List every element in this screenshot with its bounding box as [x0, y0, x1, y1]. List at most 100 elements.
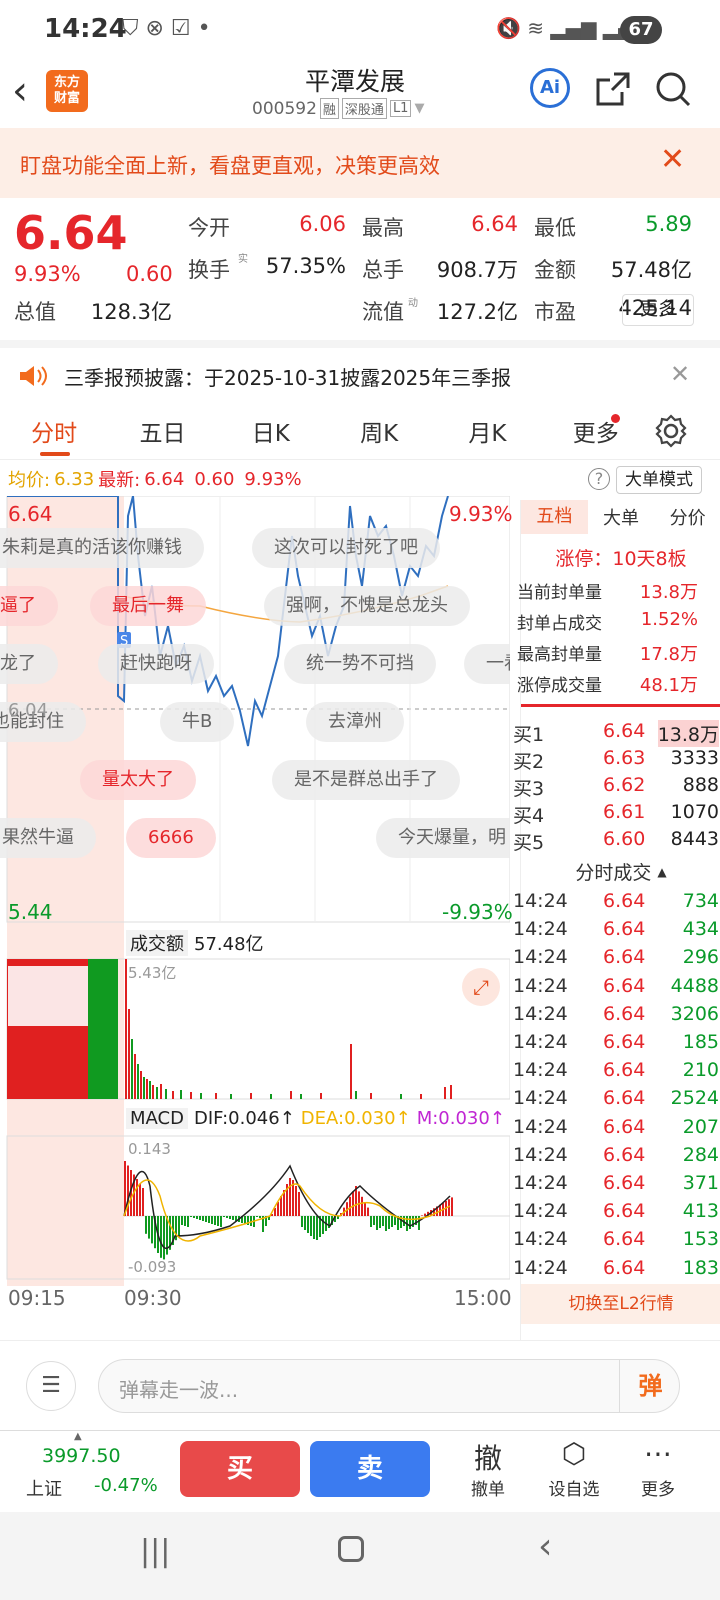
- quote-value: 128.3亿: [90, 300, 172, 324]
- app-logo[interactable]: 东方 财富: [46, 70, 88, 112]
- macd-bar: [178, 1216, 180, 1236]
- danmaku-settings-icon[interactable]: ☰: [26, 1361, 76, 1411]
- bid-label: 买1: [513, 724, 545, 746]
- tick-volume: 734: [682, 890, 719, 912]
- macd-bar: [202, 1216, 204, 1221]
- bid-row[interactable]: 买2 6.63 3333: [513, 745, 719, 773]
- volume-label[interactable]: 成交额: [126, 930, 188, 956]
- volume-bar: [172, 1091, 174, 1099]
- settings-icon[interactable]: [654, 414, 688, 448]
- bid-label: 买4: [513, 805, 545, 827]
- macd-header[interactable]: MACD DIF:0.046↑ DEA:0.030↑ M:0.030↑: [126, 1108, 505, 1129]
- close-icon[interactable]: ✕: [660, 142, 685, 177]
- stat-label: 当前封单量: [517, 583, 602, 603]
- tab-4[interactable]: 月K: [433, 414, 541, 448]
- stock-name[interactable]: 平潭发展: [200, 62, 510, 98]
- help-icon[interactable]: ?: [588, 468, 610, 490]
- danmaku-input[interactable]: 弹幕走一波... 弹: [98, 1359, 680, 1413]
- bid-price: 6.62: [603, 774, 646, 796]
- index-value[interactable]: 3997.50: [42, 1445, 121, 1467]
- macd-bar: [316, 1216, 318, 1240]
- macd-bar: [367, 1207, 369, 1216]
- danmaku-bubble: 6666: [126, 818, 216, 858]
- send-danmaku-button[interactable]: 弹: [619, 1360, 681, 1412]
- tick-price: 6.64: [603, 1031, 646, 1053]
- quote-label: 换手: [188, 258, 230, 282]
- back-icon[interactable]: ‹: [12, 68, 28, 114]
- tick-price: 6.64: [603, 1228, 646, 1251]
- expand-icon[interactable]: ⤢: [462, 968, 500, 1006]
- cancel-order-icon: 撤: [473, 1442, 502, 1475]
- index-pct[interactable]: -0.47%: [94, 1475, 158, 1496]
- back-nav-icon[interactable]: ‹: [538, 1526, 552, 1567]
- macd-bar: [313, 1216, 315, 1239]
- l2-switch-button[interactable]: 切换至L2行情: [521, 1284, 720, 1324]
- macd-bar: [409, 1216, 411, 1229]
- volume-max-label: 5.43亿: [128, 964, 177, 982]
- action-2[interactable]: ⋯ 更多: [630, 1437, 686, 1500]
- search-icon[interactable]: [654, 70, 692, 108]
- danmaku-bubble: 果然牛逼: [0, 818, 96, 858]
- share-icon[interactable]: [594, 70, 632, 108]
- intraday-chart[interactable]: 均价: 6.33 最新: 6.64 0.60 9.93% ? 大单模式 S 朱莉…: [0, 460, 702, 1340]
- new-dot: [611, 414, 620, 423]
- chevron-down-icon: ▼: [414, 101, 425, 116]
- stock-code-row[interactable]: 000592 融 深股通 L1 ▼: [252, 98, 424, 119]
- tab-five-levels[interactable]: 五档: [521, 500, 588, 534]
- macd-bar: [151, 1216, 153, 1244]
- bid-row[interactable]: 买5 6.60 8443: [513, 826, 719, 854]
- tick-time: 14:24: [513, 918, 568, 941]
- sell-button[interactable]: 卖: [310, 1441, 430, 1497]
- tab-0[interactable]: 分时: [0, 414, 108, 448]
- buy-button[interactable]: 买: [180, 1441, 300, 1497]
- volume-bar: [128, 1009, 130, 1099]
- macd-label[interactable]: MACD: [126, 1108, 188, 1129]
- close-icon[interactable]: ✕: [670, 360, 690, 388]
- action-1[interactable]: ⬡ 设自选: [546, 1437, 602, 1500]
- macd-bar: [382, 1216, 384, 1226]
- tab-price-dist[interactable]: 分价: [654, 504, 720, 530]
- bid-row[interactable]: 买1 6.64 13.8万: [513, 718, 719, 747]
- big-order-mode-button[interactable]: 大单模式: [616, 466, 702, 494]
- bid-row[interactable]: 买4 6.61 1070: [513, 799, 719, 827]
- tab-2[interactable]: 日K: [217, 414, 325, 448]
- danmaku-bubble: 强啊，不愧是总龙头: [264, 586, 470, 626]
- quote-value: 908.7万: [436, 258, 518, 282]
- tab-1[interactable]: 五日: [108, 414, 216, 448]
- tab-5[interactable]: 更多: [542, 414, 650, 448]
- quote-label: 最低: [534, 216, 576, 240]
- more-button[interactable]: 更多: [622, 294, 694, 326]
- danmaku-bubble: 赶快跑呀: [98, 644, 214, 684]
- tick-row: 14:24 6.64 371: [513, 1170, 719, 1198]
- quote-label: 总值: [14, 300, 56, 324]
- feature-notice[interactable]: 盯盘功能全面上新，看盘更直观，决策更高效 ✕: [0, 128, 720, 198]
- ticks-header[interactable]: 分时成交 ▲: [521, 858, 720, 885]
- macd-bar: [424, 1213, 426, 1216]
- macd-bar: [289, 1178, 291, 1216]
- action-0[interactable]: 撤撤单: [460, 1437, 516, 1500]
- avg-value: 6.33: [54, 468, 95, 490]
- tick-price: 6.64: [603, 1256, 646, 1279]
- announcement-bar[interactable]: 三季报预披露：于2025-10-31披露2025年三季报 ✕: [0, 340, 720, 402]
- home-icon[interactable]: [338, 1536, 364, 1562]
- volume-bar: [131, 1039, 133, 1099]
- volume-bar: [143, 1077, 145, 1099]
- tick-row: 14:24 6.64 3206: [513, 1001, 719, 1029]
- macd-bar: [394, 1216, 396, 1225]
- tab-3[interactable]: 周K: [325, 414, 433, 448]
- macd-bar: [364, 1202, 366, 1216]
- ai-button[interactable]: Ai: [530, 68, 570, 108]
- price-mid-label: 6.04: [8, 700, 49, 721]
- volume-bar: [160, 1084, 162, 1099]
- tab-big-orders[interactable]: 大单: [588, 504, 655, 530]
- macd-bar: [250, 1216, 252, 1226]
- danmaku-input-bar: ☰ 弹幕走一波... 弹: [0, 1340, 720, 1430]
- volume-header[interactable]: 成交额 57.48亿: [126, 930, 264, 956]
- turnover-sup: 实: [238, 254, 248, 265]
- danmaku-bubble: 牛B: [160, 702, 235, 742]
- macd-bar: [259, 1216, 261, 1218]
- tick-row: 14:24 6.64 2524: [513, 1085, 719, 1113]
- bid-row[interactable]: 买3 6.62 888: [513, 772, 719, 800]
- index-name[interactable]: 上证: [26, 1475, 62, 1501]
- recents-icon[interactable]: |||: [140, 1534, 170, 1569]
